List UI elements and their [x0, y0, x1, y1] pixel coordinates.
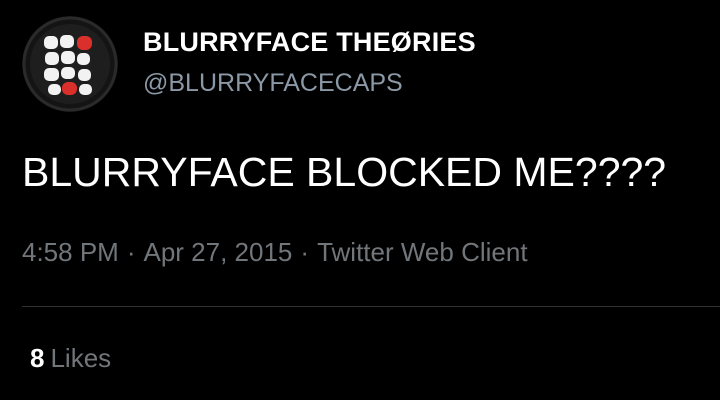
divider — [22, 306, 720, 307]
likes-count: 8 — [30, 343, 45, 373]
likes-label: Likes — [50, 343, 112, 373]
likes-link[interactable]: 8 Likes — [30, 342, 111, 374]
meta-separator: · — [126, 237, 136, 267]
author-handle[interactable]: @BLURRYFACECAPS — [143, 68, 476, 98]
author-avatar[interactable] — [22, 16, 118, 112]
tweet-card: BLURRYFACE THEØRIES @BLURRYFACECAPS BLUR… — [0, 0, 720, 400]
tweet-time[interactable]: 4:58 PM — [22, 237, 119, 267]
tweet-date[interactable]: Apr 27, 2015 — [144, 237, 293, 267]
meta-separator: · — [300, 237, 310, 267]
author-info: BLURRYFACE THEØRIES @BLURRYFACECAPS — [143, 26, 476, 98]
author-display-name[interactable]: BLURRYFACE THEØRIES — [143, 26, 476, 58]
tweet-metadata: 4:58 PM · Apr 27, 2015 · Twitter Web Client — [22, 236, 528, 268]
tweet-text: BLURRYFACE BLOCKED ME???? — [22, 149, 667, 195]
tweet-source[interactable]: Twitter Web Client — [317, 237, 527, 267]
blurryface-avatar-icon — [22, 16, 118, 112]
